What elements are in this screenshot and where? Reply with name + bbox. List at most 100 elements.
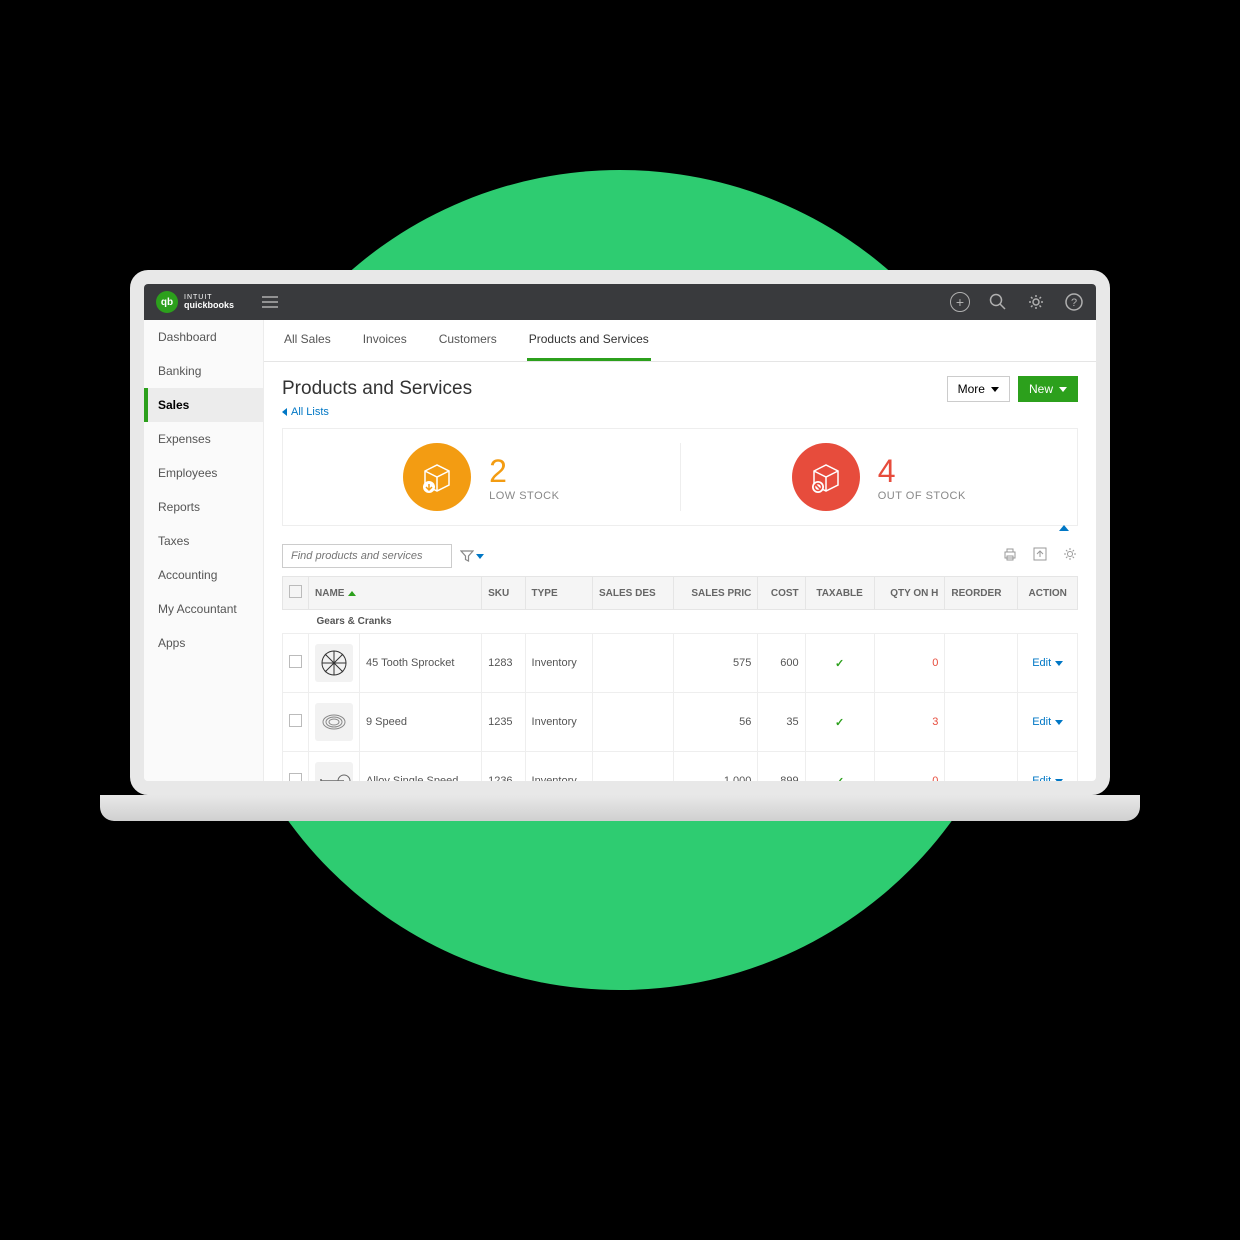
low-stock-label: LOW STOCK	[489, 490, 559, 502]
edit-button[interactable]: Edit	[1032, 775, 1063, 781]
laptop-frame: qb INTUIT quickbooks + ?	[130, 270, 1110, 821]
category-row[interactable]: Gears & Cranks	[283, 610, 1078, 634]
tab-all-sales[interactable]: All Sales	[282, 320, 333, 361]
stats-panel: 2 LOW STOCK 4 OUT OF STOCK	[282, 428, 1078, 526]
cell-name: 9 Speed	[360, 693, 482, 752]
sidebar-item-taxes[interactable]: Taxes	[144, 524, 263, 558]
help-icon[interactable]: ?	[1064, 292, 1084, 312]
sidebar-item-sales[interactable]: Sales	[144, 388, 263, 422]
export-icon[interactable]	[1032, 546, 1048, 567]
stat-out-of-stock[interactable]: 4 OUT OF STOCK	[681, 443, 1078, 511]
page-title: Products and Services	[282, 378, 472, 400]
collapse-icon[interactable]	[1059, 525, 1069, 531]
tabs: All Sales Invoices Customers Products an…	[264, 320, 1096, 362]
search-input[interactable]	[282, 544, 452, 568]
products-table: NAME SKU TYPE SALES DES SALES PRIC COST …	[282, 576, 1078, 781]
sort-asc-icon	[348, 591, 356, 596]
row-checkbox[interactable]	[289, 655, 302, 668]
col-reorder[interactable]: REORDER	[945, 577, 1018, 610]
col-name[interactable]: NAME	[309, 577, 482, 610]
check-icon: ✓	[835, 776, 844, 782]
chevron-left-icon	[282, 408, 287, 416]
chevron-down-icon	[1055, 661, 1063, 666]
product-image-icon	[315, 703, 353, 741]
out-of-stock-label: OUT OF STOCK	[878, 490, 966, 502]
add-icon[interactable]: +	[950, 292, 970, 312]
tab-invoices[interactable]: Invoices	[361, 320, 409, 361]
gear-icon[interactable]	[1026, 292, 1046, 312]
col-sales-price[interactable]: SALES PRIC	[673, 577, 758, 610]
sidebar-item-expenses[interactable]: Expenses	[144, 422, 263, 456]
tab-customers[interactable]: Customers	[437, 320, 499, 361]
print-icon[interactable]	[1002, 546, 1018, 567]
col-sku[interactable]: SKU	[482, 577, 525, 610]
col-cost[interactable]: COST	[758, 577, 805, 610]
sidebar-item-my-accountant[interactable]: My Accountant	[144, 592, 263, 626]
table-row: 45 Tooth Sprocket 1283 Inventory 575 600…	[283, 634, 1078, 693]
table-row: Alloy Single Speed 1236 Inventory 1,000 …	[283, 752, 1078, 782]
sidebar-item-banking[interactable]: Banking	[144, 354, 263, 388]
cell-cost: 35	[758, 693, 805, 752]
settings-icon[interactable]	[1062, 546, 1078, 567]
row-checkbox[interactable]	[289, 714, 302, 727]
low-stock-icon	[403, 443, 471, 511]
more-button-label: More	[958, 382, 985, 396]
cell-qty: 0	[932, 775, 938, 781]
chevron-down-icon	[476, 554, 484, 559]
cell-qty: 3	[932, 716, 938, 728]
cell-name: 45 Tooth Sprocket	[360, 634, 482, 693]
sidebar: Dashboard Banking Sales Expenses Employe…	[144, 320, 264, 781]
chevron-down-icon	[1055, 779, 1063, 782]
chevron-down-icon	[1059, 387, 1067, 392]
chevron-down-icon	[991, 387, 999, 392]
cell-qty: 0	[932, 657, 938, 669]
cell-sales-price: 575	[673, 634, 758, 693]
check-icon: ✓	[835, 658, 844, 670]
more-button[interactable]: More	[947, 376, 1010, 402]
sidebar-item-employees[interactable]: Employees	[144, 456, 263, 490]
edit-button[interactable]: Edit	[1032, 716, 1063, 728]
chevron-down-icon	[1055, 720, 1063, 725]
cell-cost: 600	[758, 634, 805, 693]
cell-cost: 899	[758, 752, 805, 782]
brand-logo[interactable]: qb INTUIT quickbooks	[156, 291, 234, 313]
col-action[interactable]: ACTION	[1018, 577, 1078, 610]
out-of-stock-value: 4	[878, 453, 966, 490]
check-icon: ✓	[835, 717, 844, 729]
cell-sku: 1235	[482, 693, 525, 752]
filter-icon[interactable]	[460, 549, 484, 563]
col-sales-desc[interactable]: SALES DES	[593, 577, 674, 610]
low-stock-value: 2	[489, 453, 559, 490]
cell-name: Alloy Single Speed	[360, 752, 482, 782]
sidebar-item-dashboard[interactable]: Dashboard	[144, 320, 263, 354]
col-qty[interactable]: QTY ON H	[874, 577, 945, 610]
qb-badge-icon: qb	[156, 291, 178, 313]
sidebar-item-reports[interactable]: Reports	[144, 490, 263, 524]
hamburger-icon[interactable]	[262, 296, 278, 308]
tab-products-services[interactable]: Products and Services	[527, 320, 651, 361]
sidebar-item-apps[interactable]: Apps	[144, 626, 263, 660]
breadcrumb-all-lists[interactable]: All Lists	[264, 406, 1096, 428]
stat-low-stock[interactable]: 2 LOW STOCK	[283, 443, 681, 511]
cell-type: Inventory	[525, 634, 593, 693]
new-button[interactable]: New	[1018, 376, 1078, 402]
svg-text:?: ?	[1071, 297, 1077, 309]
top-bar: qb INTUIT quickbooks + ?	[144, 284, 1096, 320]
cell-sku: 1283	[482, 634, 525, 693]
select-all-checkbox[interactable]	[289, 585, 302, 598]
sidebar-item-accounting[interactable]: Accounting	[144, 558, 263, 592]
table-row: 9 Speed 1235 Inventory 56 35 ✓ 3 Edit	[283, 693, 1078, 752]
cell-type: Inventory	[525, 693, 593, 752]
laptop-base	[100, 795, 1140, 821]
col-taxable[interactable]: TAXABLE	[805, 577, 874, 610]
cell-sales-price: 56	[673, 693, 758, 752]
out-of-stock-icon	[792, 443, 860, 511]
edit-button[interactable]: Edit	[1032, 657, 1063, 669]
new-button-label: New	[1029, 382, 1053, 396]
col-type[interactable]: TYPE	[525, 577, 593, 610]
product-image-icon	[315, 762, 353, 781]
row-checkbox[interactable]	[289, 773, 302, 781]
search-icon[interactable]	[988, 292, 1008, 312]
brand-line2: quickbooks	[184, 301, 234, 310]
cell-sales-price: 1,000	[673, 752, 758, 782]
